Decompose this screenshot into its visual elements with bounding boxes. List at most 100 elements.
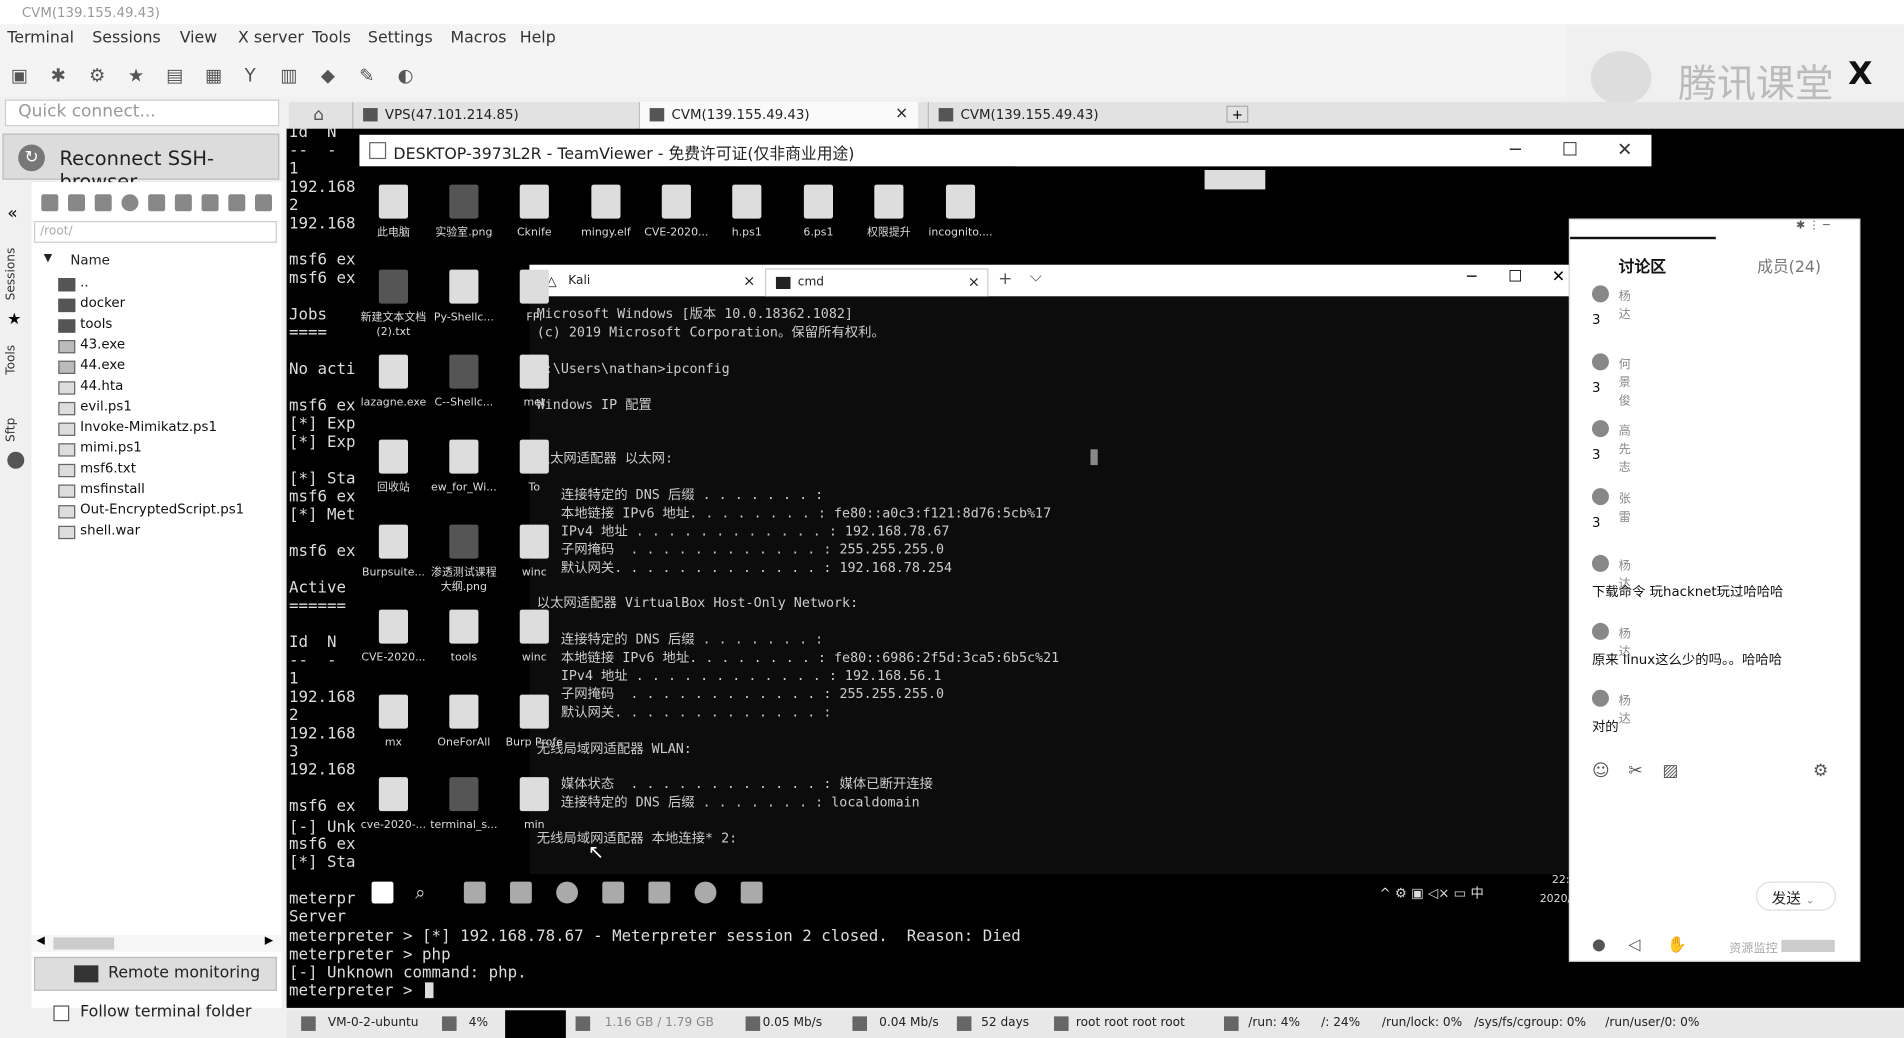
settings-icon[interactable]: ⚙	[1813, 761, 1828, 780]
menu-terminal[interactable]: Terminal	[7, 29, 74, 47]
tab-cvm-active[interactable]: CVM(139.155.49.43) ×	[638, 102, 919, 129]
folder-up-icon[interactable]	[41, 194, 59, 212]
menu-x-server[interactable]: X server	[238, 29, 304, 47]
maximize-button[interactable]: ☐	[1558, 138, 1582, 160]
brand-close-button[interactable]: X	[1848, 56, 1872, 92]
file-item[interactable]: msfinstall	[58, 481, 145, 502]
menu-view[interactable]: View	[180, 29, 217, 47]
desktop-icon[interactable]: Burp Profe	[500, 694, 568, 751]
cmd-output[interactable]: Microsoft Windows [版本 10.0.18362.1082] (c…	[529, 301, 1568, 874]
close-button[interactable]: ✕	[1613, 138, 1637, 160]
file-item[interactable]: Invoke-Mimikatz.ps1	[58, 419, 217, 440]
remote-monitoring-button[interactable]: Remote monitoring	[34, 956, 277, 991]
file-item[interactable]: 44.hta	[58, 378, 123, 399]
follow-terminal-folder-checkbox[interactable]: Follow terminal folder	[51, 1003, 282, 1025]
delete-icon[interactable]	[201, 194, 219, 212]
vtab-sessions[interactable]: Sessions	[5, 248, 18, 301]
file-item[interactable]: shell.war	[58, 522, 140, 543]
tab-close-button[interactable]: ×	[895, 104, 908, 122]
menu-settings[interactable]: Settings	[368, 29, 433, 47]
star-icon[interactable]: ★	[7, 311, 21, 329]
cmd-minimize-button[interactable]: ─	[1467, 268, 1477, 286]
app-icon[interactable]	[510, 881, 532, 904]
scissors-icon[interactable]: ✂	[1628, 761, 1642, 780]
file-item[interactable]: ..	[58, 274, 89, 295]
desktop-icon[interactable]: Py-Shellc...	[430, 269, 498, 326]
new-file-icon[interactable]	[174, 194, 192, 212]
games-icon[interactable]: ★	[124, 63, 148, 87]
emoji-icon[interactable]: ☺	[1592, 761, 1610, 780]
menu-tools[interactable]: Tools	[312, 29, 351, 47]
scroll-right-icon[interactable]: ▶	[265, 935, 273, 947]
teamviewer-toolbar-handle[interactable]	[1204, 170, 1266, 190]
tab-members[interactable]: 成员(24)	[1757, 254, 1821, 277]
upload-icon[interactable]	[94, 194, 112, 212]
view-icon[interactable]: ▦	[202, 63, 226, 87]
tab-vps[interactable]: VPS(47.101.214.85)	[352, 102, 626, 129]
menu-sessions[interactable]: Sessions	[92, 29, 160, 47]
quick-connect-input[interactable]: Quick connect...	[4, 99, 280, 127]
desktop-icon[interactable]: lazagne.exe	[359, 354, 427, 411]
vtab-sftp[interactable]: Sftp	[5, 418, 18, 442]
tools-icon[interactable]: ⚙	[85, 63, 109, 87]
reconnect-ssh-browser-button[interactable]: ↻ Reconnect SSH-browser	[2, 133, 280, 193]
tab-close-button[interactable]: ×	[743, 272, 755, 289]
chrome-icon[interactable]	[694, 881, 717, 904]
desktop-icon[interactable]: 权限提升	[855, 184, 923, 241]
panel-controls[interactable]: ✱ ⋮ ─	[1796, 220, 1830, 232]
desktop-icon[interactable]: tools	[430, 609, 498, 666]
menu-help[interactable]: Help	[520, 29, 556, 47]
desktop-icon[interactable]: ew_for_Wi...	[430, 439, 498, 496]
home-icon[interactable]: ⌂	[313, 106, 324, 125]
file-item[interactable]: evil.ps1	[58, 398, 132, 419]
cmd-maximize-button[interactable]: ☐	[1508, 268, 1522, 286]
desktop-icon[interactable]: Burpsuite...	[359, 524, 427, 581]
hand-icon[interactable]: ✋	[1667, 936, 1687, 954]
search-icon[interactable]: ⌕	[415, 882, 437, 904]
windows-start-icon[interactable]	[371, 881, 394, 904]
desktop-icon[interactable]: CVE-2020...	[359, 609, 427, 666]
desktop-icon[interactable]: 渗透测试课程大纲.png	[430, 524, 498, 595]
desktop-icon[interactable]: incognito....	[927, 184, 995, 241]
settings-icon[interactable]	[228, 194, 246, 212]
multiexec-icon[interactable]: ▥	[277, 63, 301, 87]
desktop-icon[interactable]: CVE-2020...	[642, 184, 710, 241]
tab-cmd[interactable]: cmd ×	[765, 268, 989, 297]
refresh-icon[interactable]	[121, 194, 139, 212]
horizontal-scrollbar[interactable]: ◀ ▶	[31, 935, 282, 953]
vtab-tools[interactable]: Tools	[5, 345, 18, 375]
packages-icon[interactable]: ✎	[355, 63, 379, 87]
desktop-icon[interactable]: 此电脑	[359, 184, 427, 241]
new-tab-button[interactable]: +	[998, 270, 1012, 289]
cmd-close-button[interactable]: ✕	[1552, 268, 1565, 286]
desktop-icon[interactable]: OneForAll	[430, 694, 498, 751]
tunneling-icon[interactable]: ◆	[316, 63, 340, 87]
desktop-icon[interactable]: winc	[500, 524, 568, 581]
tab-kali[interactable]: △ Kali ×	[537, 268, 763, 296]
file-item[interactable]: docker	[58, 295, 125, 316]
scroll-left-icon[interactable]: ◀	[36, 935, 44, 947]
desktop-icon[interactable]: mx	[359, 694, 427, 751]
desktop-icon[interactable]: 回收站	[359, 439, 427, 496]
settings-icon[interactable]: ◐	[393, 63, 417, 87]
checkbox[interactable]	[53, 1005, 70, 1022]
desktop-icon[interactable]: min	[500, 777, 568, 833]
servers-icon[interactable]: ✱	[46, 63, 70, 87]
minimize-button[interactable]: ─	[1503, 138, 1527, 160]
file-item[interactable]: 44.exe	[58, 357, 125, 378]
speaker-icon[interactable]: ◁	[1628, 936, 1640, 954]
desktop-icon[interactable]: mingy.elf	[572, 184, 640, 241]
desktop-icon[interactable]: 实验室.png	[430, 184, 498, 241]
dropdown-icon[interactable]: ⌵	[1030, 268, 1042, 286]
collapse-icon[interactable]: «	[7, 204, 17, 223]
sessions-icon[interactable]: ▤	[163, 63, 187, 87]
scroll-thumb[interactable]	[53, 937, 115, 950]
desktop-icon[interactable]: 新建文本文档 (2).txt	[359, 269, 427, 340]
desktop-icon[interactable]: met	[500, 354, 568, 411]
sftp-icon[interactable]	[7, 451, 25, 469]
download-icon[interactable]	[68, 194, 86, 212]
tab-close-button[interactable]: ×	[968, 273, 980, 290]
desktop-icon[interactable]: Cknife	[500, 184, 568, 241]
explorer-icon[interactable]	[463, 881, 486, 904]
desktop-icon[interactable]: C--Shellc...	[430, 354, 498, 411]
